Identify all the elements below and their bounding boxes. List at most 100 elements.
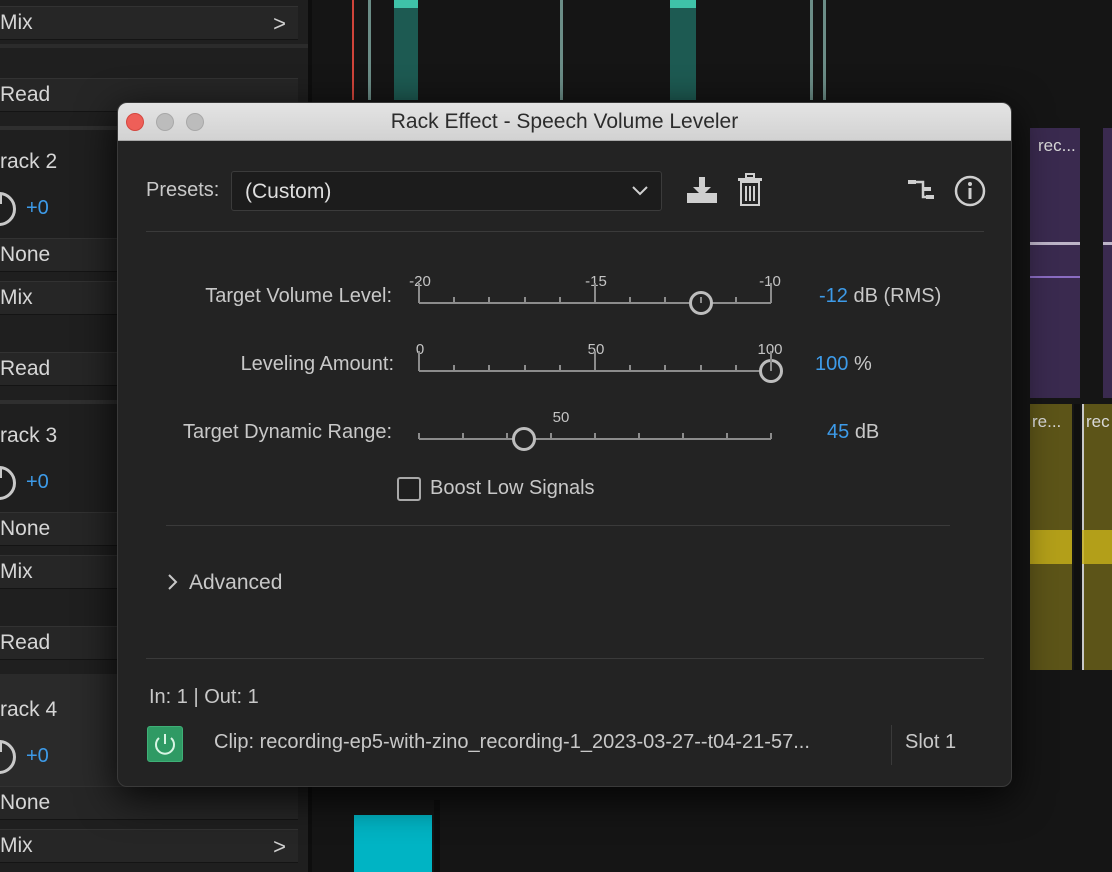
audio-clip-teal[interactable] <box>354 815 432 872</box>
power-toggle-button[interactable] <box>147 726 183 762</box>
slider-tick <box>594 433 596 439</box>
slider-tick <box>699 297 702 303</box>
audio-clip[interactable] <box>394 0 418 100</box>
title-bar[interactable]: Rack Effect - Speech Volume Leveler <box>118 103 1011 141</box>
chevron-right-icon[interactable]: > <box>273 11 286 37</box>
track-output-label: Mix <box>0 11 33 34</box>
clip-label: rec... <box>1038 136 1076 155</box>
track-3-volume-value[interactable]: +0 <box>26 471 49 494</box>
rack-effect-dialog: Rack Effect - Speech Volume Leveler Pres… <box>117 102 1012 787</box>
power-icon <box>155 734 175 755</box>
app-window: Mix > Read rack 2 +0 None Mix Read rack … <box>0 0 1112 872</box>
chevron-right-icon[interactable]: > <box>273 834 286 860</box>
slider-tick <box>462 433 464 439</box>
boost-low-signals-checkbox[interactable] <box>397 477 421 501</box>
delete-preset-icon[interactable] <box>737 173 763 212</box>
info-icon[interactable] <box>954 175 986 212</box>
track-2-output-label: Mix <box>0 286 33 309</box>
track-2-volume-knob[interactable] <box>0 192 16 226</box>
slider-tick <box>418 283 420 303</box>
audio-clip[interactable] <box>670 0 696 100</box>
presets-dropdown[interactable]: (Custom) <box>231 171 662 211</box>
save-preset-icon[interactable] <box>685 175 719 210</box>
divider <box>146 231 984 232</box>
slider-tick <box>664 297 667 303</box>
slider-tick <box>734 297 737 303</box>
clip-label: rec <box>1086 412 1110 431</box>
slider-tick <box>550 433 552 439</box>
track-2-automation-label: Read <box>0 357 51 380</box>
presets-value: (Custom) <box>245 180 332 203</box>
slider-tick <box>488 365 491 371</box>
slider-tick <box>629 297 632 303</box>
slider-tick <box>664 365 667 371</box>
track-2-name[interactable]: rack 2 <box>0 150 57 174</box>
track-2-volume-value[interactable]: +0 <box>26 197 49 220</box>
target-volume-slider-thumb[interactable] <box>688 291 713 315</box>
presets-label: Presets: <box>146 179 220 201</box>
divider <box>891 725 892 765</box>
slider-tick <box>734 365 737 371</box>
target-dynamic-range-slider-thumb[interactable] <box>512 427 536 451</box>
slider-tick <box>770 283 772 303</box>
audio-clip-purple[interactable] <box>1030 128 1080 398</box>
slider-tick <box>418 351 420 371</box>
tick-label: -15 <box>585 273 607 290</box>
slider-tick <box>558 297 561 303</box>
leveling-amount-value[interactable]: 100 % <box>815 353 872 376</box>
clip-edge <box>368 0 371 100</box>
slider-tick <box>523 297 526 303</box>
target-dynamic-range-value[interactable]: 45 dB <box>827 421 879 444</box>
track-3-name[interactable]: rack 3 <box>0 424 57 448</box>
track-4-output-field[interactable]: Mix > <box>0 829 298 863</box>
clip-edge <box>823 0 826 100</box>
slider-tick <box>488 297 491 303</box>
slider-tick <box>699 365 702 371</box>
track-4-output-label: Mix <box>0 834 33 857</box>
track-4-volume-value[interactable]: +0 <box>26 745 49 768</box>
audio-clip-purple[interactable] <box>1103 128 1112 398</box>
slider-tick <box>418 433 420 439</box>
slider-tick <box>638 433 640 439</box>
track-4-name[interactable]: rack 4 <box>0 698 57 722</box>
boost-low-signals-label[interactable]: Boost Low Signals <box>430 477 595 500</box>
automation-mode-label: Read <box>0 83 51 106</box>
target-volume-value[interactable]: -12 dB (RMS) <box>819 285 941 308</box>
io-channels-text: In: 1 | Out: 1 <box>149 686 259 708</box>
tick-label: -20 <box>409 273 431 290</box>
slider-tick <box>453 365 456 371</box>
track-output-mix-field[interactable]: Mix > <box>0 6 298 40</box>
track-3-automation-label: Read <box>0 631 51 654</box>
track-2-input-label: None <box>0 243 51 266</box>
slider-tick <box>594 351 596 371</box>
track-3-input-label: None <box>0 517 51 540</box>
target-volume-label: Target Volume Level: <box>205 285 392 307</box>
clip-edge <box>810 0 813 100</box>
slider-tick <box>770 433 772 439</box>
advanced-section-toggle[interactable]: Advanced <box>189 571 282 595</box>
leveling-amount-label: Leveling Amount: <box>240 353 394 375</box>
chevron-down-icon <box>629 178 651 209</box>
window-title: Rack Effect - Speech Volume Leveler <box>390 110 739 133</box>
slider-tick <box>629 365 632 371</box>
target-dynamic-range-label: Target Dynamic Range: <box>183 421 392 443</box>
chevron-right-icon[interactable] <box>166 571 180 599</box>
slot-label: Slot 1 <box>905 731 957 753</box>
tick-label: 50 <box>587 341 605 358</box>
slider-tick <box>506 433 508 439</box>
track-4-input-label: None <box>0 791 51 814</box>
routing-icon[interactable] <box>907 177 935 210</box>
slider-tick <box>726 433 728 439</box>
divider <box>166 525 950 526</box>
slider-tick <box>558 365 561 371</box>
slider-tick <box>770 351 772 371</box>
slider-tick <box>523 365 526 371</box>
slider-tick <box>682 433 684 439</box>
divider <box>146 658 984 659</box>
clip-edge <box>560 0 563 100</box>
track-4-input-field[interactable]: None <box>0 786 298 820</box>
clip-label: re... <box>1032 412 1062 431</box>
slider-tick <box>594 283 596 303</box>
slider-tick <box>453 297 456 303</box>
track-3-volume-knob[interactable] <box>0 466 16 500</box>
